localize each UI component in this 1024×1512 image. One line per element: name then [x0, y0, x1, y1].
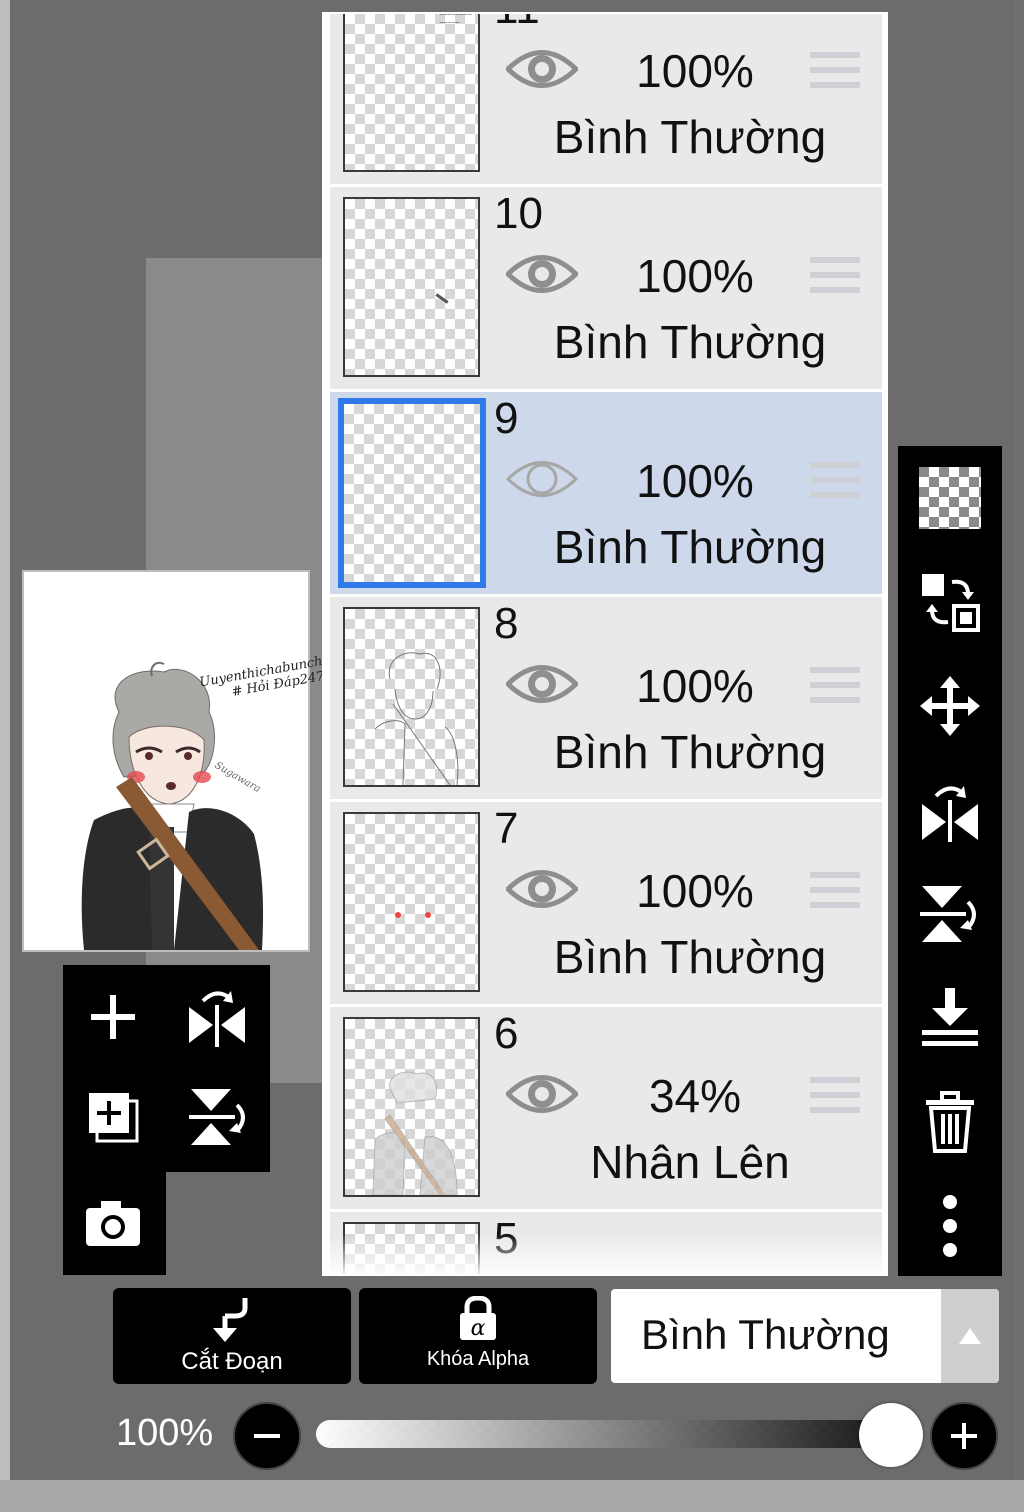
clipping-arrow-icon	[211, 1294, 255, 1349]
opacity-slider-handle[interactable]	[859, 1403, 923, 1467]
move-icon[interactable]	[912, 668, 988, 744]
panel-scroll-fade	[324, 1234, 886, 1274]
layer-opacity: 34%	[648, 1070, 742, 1122]
transparency-checker-icon[interactable]	[912, 460, 988, 536]
swap-layers-icon[interactable]	[912, 564, 988, 640]
layer-row-10[interactable]: 10 100% Bình Thường	[330, 187, 882, 392]
layer-row-6[interactable]: 6 34% Nhân Lên	[330, 1007, 882, 1212]
layer-number: 11	[494, 14, 540, 34]
plus-icon	[951, 1423, 977, 1449]
layer-thumbnail[interactable]	[343, 812, 480, 992]
trash-icon[interactable]	[912, 1084, 988, 1160]
layer-opacity: 100%	[636, 865, 754, 917]
layer-number: 6	[494, 1009, 519, 1058]
drag-handle-icon[interactable]	[810, 872, 860, 917]
visibility-eye-icon[interactable]	[504, 249, 580, 304]
right-tool-column	[898, 446, 1002, 1276]
layer-number: 10	[494, 189, 543, 238]
more-icon[interactable]	[912, 1188, 988, 1264]
drag-handle-icon[interactable]	[810, 1077, 860, 1122]
layer-thumbnail[interactable]	[343, 1017, 480, 1197]
layer-blend-mode: Bình Thường	[553, 111, 827, 163]
layer-blend-mode: Bình Thường	[553, 726, 827, 778]
add-copy-layer-icon[interactable]	[73, 1077, 153, 1157]
drag-handle-icon[interactable]	[810, 667, 860, 712]
layer-blend-mode: Bình Thường	[553, 316, 827, 368]
svg-text:α: α	[471, 1316, 486, 1341]
alpha-lock-button[interactable]: α Khóa Alpha	[359, 1288, 597, 1384]
add-layer-icon[interactable]	[73, 977, 153, 1057]
layer-number: 9	[494, 394, 519, 443]
camera-icon[interactable]	[73, 1183, 153, 1263]
left-tool-panel	[63, 965, 270, 1275]
lock-alpha-icon: α	[457, 1295, 499, 1347]
layer-panel[interactable]: ~~~~~~~~~~~~~ 11 100% Bình Thường 10 100…	[322, 12, 888, 1276]
layer-row-7[interactable]: 7 100% Bình Thường	[330, 802, 882, 1007]
minus-icon	[254, 1434, 280, 1438]
blend-mode-select[interactable]: Bình Thường	[611, 1289, 999, 1383]
visibility-eye-icon[interactable]	[504, 864, 580, 919]
drag-handle-icon[interactable]	[810, 257, 860, 302]
layer-opacity: 100%	[636, 45, 754, 97]
layer-blend-mode: Bình Thường	[553, 521, 827, 573]
layer-row-9[interactable]: 9 100% Bình Thường	[330, 392, 882, 597]
drag-handle-icon[interactable]	[810, 462, 860, 507]
layer-number: 7	[494, 804, 519, 853]
layer-blend-mode: Nhân Lên	[590, 1136, 790, 1188]
layer-blend-mode: Bình Thường	[553, 931, 827, 983]
character-artwork	[81, 661, 264, 950]
clipping-label: Cắt Đoạn	[181, 1348, 283, 1375]
layer-row-11[interactable]: ~~~~~~~~~~~~~ 11 100% Bình Thường	[330, 14, 882, 187]
opacity-value: 100%	[116, 1412, 214, 1454]
layer-thumbnail[interactable]	[343, 607, 480, 787]
layer-row-8[interactable]: 8 100% Bình Thường	[330, 597, 882, 802]
flip-horizontal-icon[interactable]	[912, 772, 988, 848]
bottom-strip	[0, 1480, 1024, 1512]
visibility-eye-icon[interactable]	[504, 659, 580, 714]
triangle-up-icon[interactable]	[941, 1289, 999, 1383]
flip-horizontal-icon[interactable]	[177, 977, 257, 1057]
flip-vertical-icon[interactable]	[912, 876, 988, 952]
opacity-slider[interactable]	[316, 1420, 916, 1448]
opacity-decrease-button[interactable]	[233, 1402, 301, 1470]
layer-opacity: 100%	[636, 660, 754, 712]
visibility-eye-icon[interactable]	[504, 44, 580, 99]
drag-handle-icon[interactable]	[810, 52, 860, 97]
layer-thumbnail[interactable]	[343, 197, 480, 377]
layer-number: 8	[494, 599, 519, 648]
layer-opacity: 100%	[636, 455, 754, 507]
alpha-lock-label: Khóa Alpha	[426, 1348, 530, 1370]
clipping-button[interactable]: Cắt Đoạn	[113, 1288, 351, 1384]
blend-mode-value: Bình Thường	[641, 1311, 890, 1358]
opacity-increase-button[interactable]	[930, 1402, 998, 1470]
visibility-eye-icon[interactable]	[504, 1069, 580, 1124]
canvas-preview[interactable]: Uuyenthichabunche # Hỏi Đáp247 Sugawara	[22, 570, 331, 952]
layer-thumbnail[interactable]: ~~~~~~~~ ~~~~~	[343, 14, 480, 172]
layer-opacity: 100%	[636, 250, 754, 302]
left-edge	[0, 0, 10, 1512]
layer-thumbnail[interactable]	[338, 398, 486, 588]
merge-down-icon[interactable]	[912, 980, 988, 1056]
visibility-eye-icon[interactable]	[505, 454, 579, 509]
flip-vertical-icon[interactable]	[177, 1077, 257, 1157]
